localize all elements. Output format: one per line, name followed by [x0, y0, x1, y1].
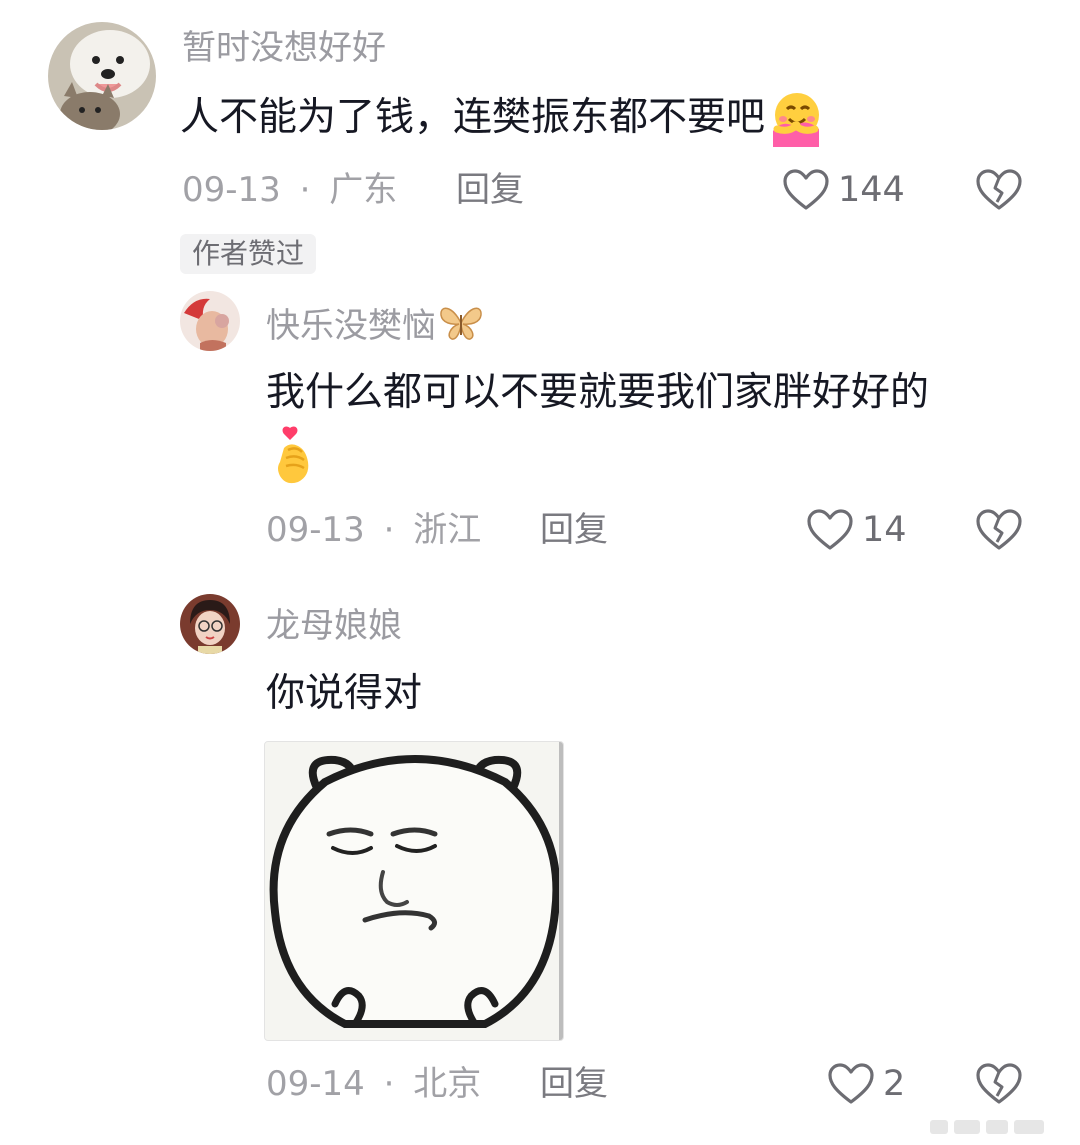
- comment-date: 09-13 · 广东: [182, 170, 398, 210]
- like-count: 144: [838, 170, 905, 210]
- reply-button[interactable]: 回复: [540, 1064, 608, 1104]
- avatar[interactable]: [180, 594, 240, 654]
- comment-date: 09-13 · 浙江: [266, 510, 482, 550]
- panda-meme-sticker[interactable]: [264, 741, 564, 1041]
- reply-button[interactable]: 回复: [540, 510, 608, 550]
- like-count: 14: [862, 510, 907, 550]
- heart-outline-icon[interactable]: [806, 508, 854, 552]
- finger-heart-emoji: [278, 426, 309, 484]
- comment-text: 我什么都可以不要就要我们家胖好好的: [266, 370, 930, 415]
- hugging-face-emoji: [773, 92, 820, 147]
- butterfly-emoji: [440, 307, 482, 340]
- comment-text: 人不能为了钱，连樊振东都不要吧: [180, 88, 825, 149]
- avatar[interactable]: [180, 291, 240, 351]
- comment-date: 09-14 · 北京: [266, 1064, 482, 1104]
- avatar[interactable]: [48, 22, 156, 130]
- comment-text: 你说得对: [266, 671, 423, 716]
- heart-outline-icon[interactable]: [782, 168, 830, 212]
- watermark: [930, 1120, 1070, 1138]
- broken-heart-icon[interactable]: [975, 168, 1023, 212]
- reply-button[interactable]: 回复: [456, 170, 524, 210]
- username[interactable]: 快乐没樊恼: [266, 303, 484, 346]
- broken-heart-icon[interactable]: [975, 1062, 1023, 1106]
- username[interactable]: 龙母娘娘: [266, 606, 402, 646]
- like-count: 2: [883, 1064, 906, 1104]
- username[interactable]: 暂时没想好好: [182, 28, 386, 68]
- broken-heart-icon[interactable]: [975, 508, 1023, 552]
- heart-outline-icon[interactable]: [827, 1062, 875, 1106]
- author-liked-badge: 作者赞过: [180, 234, 317, 274]
